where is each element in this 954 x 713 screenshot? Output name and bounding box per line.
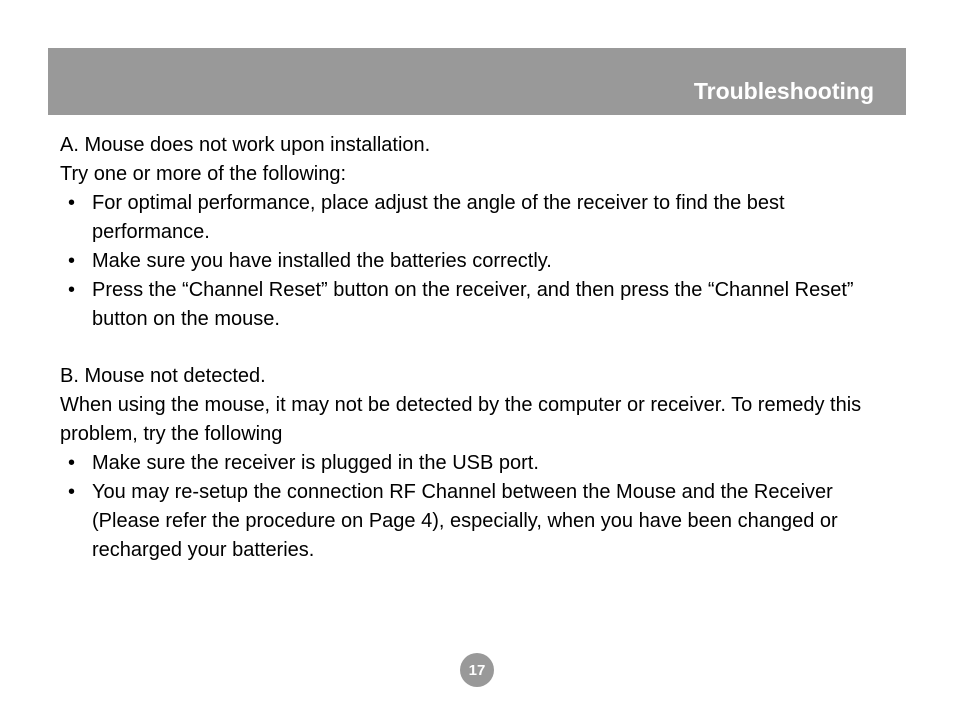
section-a-intro: Try one or more of the following: xyxy=(60,160,894,189)
list-item: Make sure you have installed the batteri… xyxy=(60,247,894,276)
section-b-heading: B. Mouse not detected. xyxy=(60,362,894,391)
section-b-list: Make sure the receiver is plugged in the… xyxy=(60,449,894,565)
page-number: 17 xyxy=(469,662,486,679)
list-item: Make sure the receiver is plugged in the… xyxy=(60,449,894,478)
list-item: Press the “Channel Reset” button on the … xyxy=(60,276,894,334)
list-item: You may re-setup the connection RF Chann… xyxy=(60,478,894,565)
section-b-intro: When using the mouse, it may not be dete… xyxy=(60,391,894,449)
section-b: B. Mouse not detected. When using the mo… xyxy=(60,362,894,565)
page-title: Troubleshooting xyxy=(694,78,874,104)
list-item: For optimal performance, place adjust th… xyxy=(60,189,894,247)
header-spacer-top xyxy=(48,48,906,72)
content-area: A. Mouse does not work upon installation… xyxy=(0,115,954,565)
page-number-badge: 17 xyxy=(460,653,494,687)
section-a-list: For optimal performance, place adjust th… xyxy=(60,189,894,334)
header-bar: Troubleshooting xyxy=(48,72,906,115)
section-a-heading: A. Mouse does not work upon installation… xyxy=(60,131,894,160)
